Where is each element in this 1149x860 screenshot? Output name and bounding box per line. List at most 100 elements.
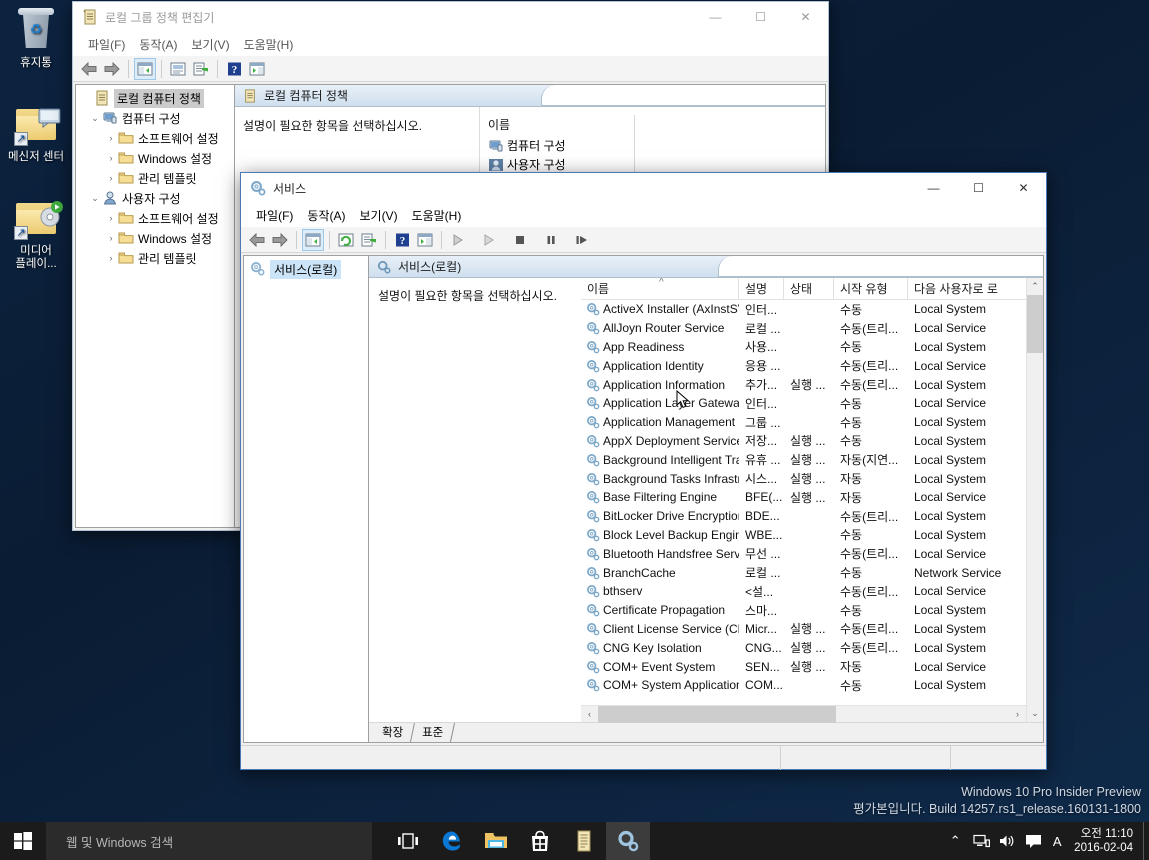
tree-node-local-computer-policy[interactable]: 로컬 컴퓨터 정책 — [76, 88, 234, 108]
table-row[interactable]: Application Identity 응용 ... 수동(트리... Local … — [581, 356, 1026, 375]
services-taskbar-button[interactable] — [606, 822, 650, 860]
tree-node-admin-templates-user[interactable]: › 관리 템플릿 — [76, 248, 234, 268]
tree-expander-icon[interactable]: › — [104, 153, 118, 163]
gpedit-taskbar-button[interactable] — [562, 822, 606, 860]
table-row[interactable]: Background Intelligent Tra... 유휴 ... 실행 ..… — [581, 450, 1026, 469]
table-row[interactable]: AllJoyn Router Service 로컬 ... 수동(트리... Loca… — [581, 319, 1026, 338]
table-row[interactable]: Application Management 그룹 ... 수동 Local Syst… — [581, 413, 1026, 432]
table-row[interactable]: COM+ Event System SEN... 실행 ... 자동 Local Ser… — [581, 657, 1026, 676]
tree-node-windows-settings-user[interactable]: › Windows 설정 — [76, 228, 234, 248]
services-menu-action[interactable]: 동작(A) — [300, 205, 352, 226]
tree-node-computer-configuration[interactable]: ⌄ 컴퓨터 구성 — [76, 108, 234, 128]
tree-node-services-local[interactable]: 서비스(로컬) — [244, 259, 368, 279]
services-titlebar[interactable]: 서비스 — ☐ ✕ — [241, 173, 1046, 203]
table-row[interactable]: Block Level Backup Engine ... WBE... 수동 Loc… — [581, 526, 1026, 545]
services-minimize-button[interactable]: — — [911, 173, 956, 203]
gpe-titlebar[interactable]: 로컬 그룹 정책 편집기 — ☐ ✕ — [73, 2, 828, 32]
hscroll-thumb[interactable] — [598, 705, 837, 723]
tree-node-software-settings-user[interactable]: › 소프트웨어 설정 — [76, 208, 234, 228]
start-button[interactable] — [0, 822, 46, 860]
export-list-button[interactable] — [190, 58, 212, 80]
vscroll-thumb[interactable] — [1026, 295, 1043, 353]
table-row[interactable]: COM+ System Application COM... 수동 Local Sys… — [581, 676, 1026, 695]
table-row[interactable]: Application Layer Gateway ... 인터... 수동 Loca… — [581, 394, 1026, 413]
services-vertical-scrollbar[interactable]: ⌃ ⌄ — [1026, 278, 1043, 722]
gpe-tree-pane[interactable]: 로컬 컴퓨터 정책 ⌄ 컴퓨터 구성 › 소프트웨어 설정 › Windows … — [75, 84, 235, 528]
edge-button[interactable] — [430, 822, 474, 860]
show-hide-tree-button[interactable] — [302, 228, 324, 251]
table-row[interactable]: BranchCache 로컬 ... 수동 Network Service — [581, 563, 1026, 582]
services-menu-file[interactable]: 파일(F) — [249, 205, 300, 226]
show-hide-tree-button[interactable] — [134, 57, 156, 80]
task-view-button[interactable] — [386, 822, 430, 860]
file-explorer-button[interactable] — [474, 822, 518, 860]
volume-button[interactable] — [994, 822, 1020, 860]
gpe-menu-view[interactable]: 보기(V) — [184, 34, 236, 55]
services-close-button[interactable]: ✕ — [1001, 173, 1046, 203]
gpe-column-header-name[interactable]: 이름 — [480, 116, 634, 133]
gpe-maximize-button[interactable]: ☐ — [738, 2, 783, 32]
scroll-left-arrow-icon[interactable]: ‹ — [581, 706, 598, 723]
services-menu-view[interactable]: 보기(V) — [352, 205, 404, 226]
gpe-menu-file[interactable]: 파일(F) — [81, 34, 132, 55]
back-button[interactable] — [78, 58, 100, 80]
desktop-icon-media-player[interactable]: ↗ 미디어 플레이... — [0, 194, 72, 271]
show-desktop-button[interactable] — [1143, 822, 1149, 860]
store-button[interactable] — [518, 822, 562, 860]
gpe-minimize-button[interactable]: — — [693, 2, 738, 32]
tree-expander-icon[interactable]: › — [104, 253, 118, 263]
table-row[interactable]: CNG Key Isolation CNG... 실행 ... 수동(트리... Loc… — [581, 638, 1026, 657]
table-row[interactable]: Client License Service (Clip... Micr... 실행… — [581, 620, 1026, 639]
hscroll-track[interactable] — [598, 705, 1009, 723]
tree-node-windows-settings-computer[interactable]: › Windows 설정 — [76, 148, 234, 168]
tree-expander-icon[interactable]: › — [104, 133, 118, 143]
tree-expander-icon[interactable]: › — [104, 233, 118, 243]
start-service-button[interactable] — [447, 229, 469, 251]
table-row[interactable]: bthserv <설... 수동(트리... Local Service — [581, 582, 1026, 601]
desktop-icon-recycle-bin[interactable]: ♻ 휴지통 — [0, 6, 72, 70]
properties-button[interactable] — [167, 58, 189, 80]
tree-expander-icon[interactable]: › — [104, 213, 118, 223]
column-header-name[interactable]: 이름 ^ — [581, 278, 739, 299]
show-console-tree-button[interactable] — [246, 58, 268, 80]
services-menu-help[interactable]: 도움말(H) — [405, 205, 469, 226]
show-console-tree-button[interactable] — [414, 229, 436, 251]
action-center-button[interactable] — [1020, 822, 1046, 860]
stop-service-button[interactable] — [509, 229, 531, 251]
pause-service-button[interactable] — [540, 229, 562, 251]
table-row[interactable]: Base Filtering Engine BFE(... 실행 ... 자동 Loca… — [581, 488, 1026, 507]
refresh-button[interactable] — [335, 229, 357, 251]
table-row[interactable]: AppX Deployment Service ... 저장... 실행 ... 수동… — [581, 432, 1026, 451]
column-header-startup-type[interactable]: 시작 유형 — [834, 278, 908, 299]
desktop-icon-messenger-center[interactable]: ↗ 메신저 센터 — [0, 100, 72, 164]
tree-node-admin-templates-computer[interactable]: › 관리 템플릿 — [76, 168, 234, 188]
network-button[interactable] — [968, 822, 994, 860]
table-row[interactable]: Bluetooth Handsfree Service 무선 ... 수동(트리..… — [581, 544, 1026, 563]
vscroll-track[interactable] — [1026, 295, 1043, 705]
services-horizontal-scrollbar[interactable]: ‹ › — [581, 705, 1026, 723]
table-row[interactable]: ActiveX Installer (AxInstSV) 인터... 수동 Local… — [581, 300, 1026, 319]
gpe-menu-help[interactable]: 도움말(H) — [237, 34, 301, 55]
tab-standard[interactable]: 표준 — [411, 723, 456, 742]
table-row[interactable]: BitLocker Drive Encryption ... BDE... 수동(트… — [581, 507, 1026, 526]
table-row[interactable]: App Readiness 사용... 수동 Local System — [581, 338, 1026, 357]
table-row[interactable]: Application Information 추가... 실행 ... 수동(트리.… — [581, 375, 1026, 394]
export-list-button[interactable] — [358, 229, 380, 251]
gpe-close-button[interactable]: ✕ — [783, 2, 828, 32]
ime-indicator[interactable]: A — [1046, 822, 1068, 860]
scroll-right-arrow-icon[interactable]: › — [1009, 706, 1026, 723]
forward-button[interactable] — [269, 229, 291, 251]
services-table-body[interactable]: ActiveX Installer (AxInstSV) 인터... 수동 Local… — [581, 300, 1026, 705]
help-button[interactable]: ? — [223, 58, 245, 80]
gpe-menu-action[interactable]: 동작(A) — [132, 34, 184, 55]
tree-node-software-settings-computer[interactable]: › 소프트웨어 설정 — [76, 128, 234, 148]
tree-node-user-configuration[interactable]: ⌄ 사용자 구성 — [76, 188, 234, 208]
tree-expander-icon[interactable]: ⌄ — [88, 193, 102, 204]
services-tree-pane[interactable]: 서비스(로컬) — [243, 255, 369, 743]
column-header-log-on-as[interactable]: 다음 사용자로 로 — [908, 278, 1006, 299]
scroll-down-arrow-icon[interactable]: ⌄ — [1027, 705, 1044, 722]
clock[interactable]: 오전 11:10 2016-02-04 — [1068, 822, 1143, 860]
services-window[interactable]: 서비스 — ☐ ✕ 파일(F) 동작(A) 보기(V) 도움말(H) ? 서비스… — [240, 172, 1047, 770]
table-row[interactable]: Background Tasks Infrastru... 시스... 실행 ...… — [581, 469, 1026, 488]
show-hidden-icons-button[interactable]: ⌃ — [942, 822, 968, 860]
